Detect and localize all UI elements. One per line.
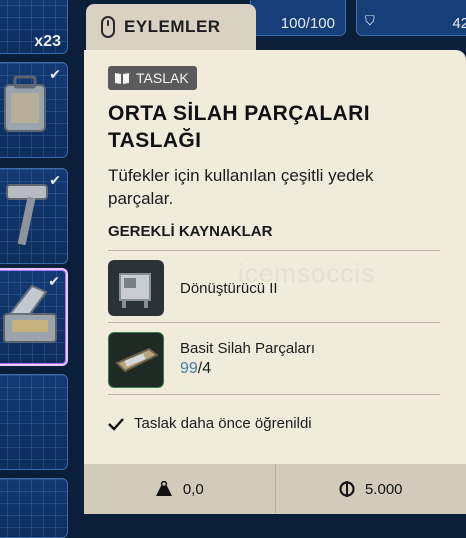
inventory-capacity: 100/100 [250, 0, 346, 36]
inventory-slot-empty[interactable] [0, 478, 68, 538]
resource-quantity: 99/4 [180, 360, 211, 378]
resource-row-converter[interactable]: Dönüştürücü II [108, 252, 440, 322]
divider [108, 250, 440, 251]
inventory-slot-empty[interactable] [0, 374, 68, 470]
resource-name: Dönüştürücü II [180, 280, 278, 297]
inventory-slot-hammer[interactable]: ✔ [0, 168, 68, 264]
actions-tab-label: EYLEMLER [124, 17, 221, 37]
requirements-heading: GEREKLİ KAYNAKLAR [108, 223, 272, 240]
capacity-text: 100/100 [281, 15, 335, 32]
price-cell: 5.000 [276, 464, 466, 514]
resource-required-count: /4 [198, 360, 211, 377]
shield-icon: ⛉ [365, 13, 375, 29]
resource-owned-count: 99 [180, 360, 198, 377]
description-line-1: Tüfekler için kullanılan çeşitli yedek [108, 164, 448, 187]
weapon-parts-box-icon [108, 332, 164, 388]
blueprint-badge: TASLAK [108, 66, 197, 90]
checkmark-icon [108, 417, 124, 431]
blueprint-tooltip: TASLAK ORTA SİLAH PARÇALARI TASLAĞI Tüfe… [84, 50, 466, 514]
actions-tab[interactable]: EYLEMLER [86, 4, 256, 50]
check-icon: ✔ [49, 67, 61, 83]
inventory-slot-top[interactable]: x23 [0, 0, 68, 54]
weight-icon [155, 481, 173, 497]
stat-value: 42 [452, 15, 466, 32]
tooltip-footer: 0,0 5.000 [84, 464, 466, 514]
resource-row-weapon-parts[interactable]: Basit Silah Parçaları 99/4 [108, 324, 440, 394]
book-icon [114, 71, 130, 85]
badge-label: TASLAK [136, 70, 189, 86]
inventory-stat: ⛉ 42 [356, 0, 466, 36]
toolbox-icon [2, 280, 60, 350]
learned-text: Taslak daha önce öğrenildi [134, 415, 312, 432]
weight-value: 0,0 [183, 481, 204, 498]
item-title: ORTA SİLAH PARÇALARI TASLAĞI [108, 100, 448, 154]
weight-cell: 0,0 [84, 464, 275, 514]
price-value: 5.000 [365, 481, 403, 498]
item-description: Tüfekler için kullanılan çeşitli yedek p… [108, 164, 448, 210]
converter-machine-icon [108, 260, 164, 316]
mouse-icon [100, 16, 116, 38]
inventory-slot-case[interactable]: ✔ [0, 62, 68, 158]
title-line-2: TASLAĞI [108, 127, 448, 154]
hammer-icon [1, 179, 55, 253]
divider [108, 322, 440, 323]
resource-name: Basit Silah Parçaları [180, 340, 315, 357]
currency-icon [339, 481, 355, 497]
metal-case-icon [1, 73, 51, 149]
title-line-1: ORTA SİLAH PARÇALARI [108, 100, 448, 127]
inventory-slot-weapon-parts-selected[interactable]: ✔ [0, 268, 68, 366]
slot-count: x23 [34, 33, 61, 51]
divider [108, 394, 440, 395]
learned-status: Taslak daha önce öğrenildi [108, 415, 312, 432]
description-line-2: parçalar. [108, 187, 448, 210]
